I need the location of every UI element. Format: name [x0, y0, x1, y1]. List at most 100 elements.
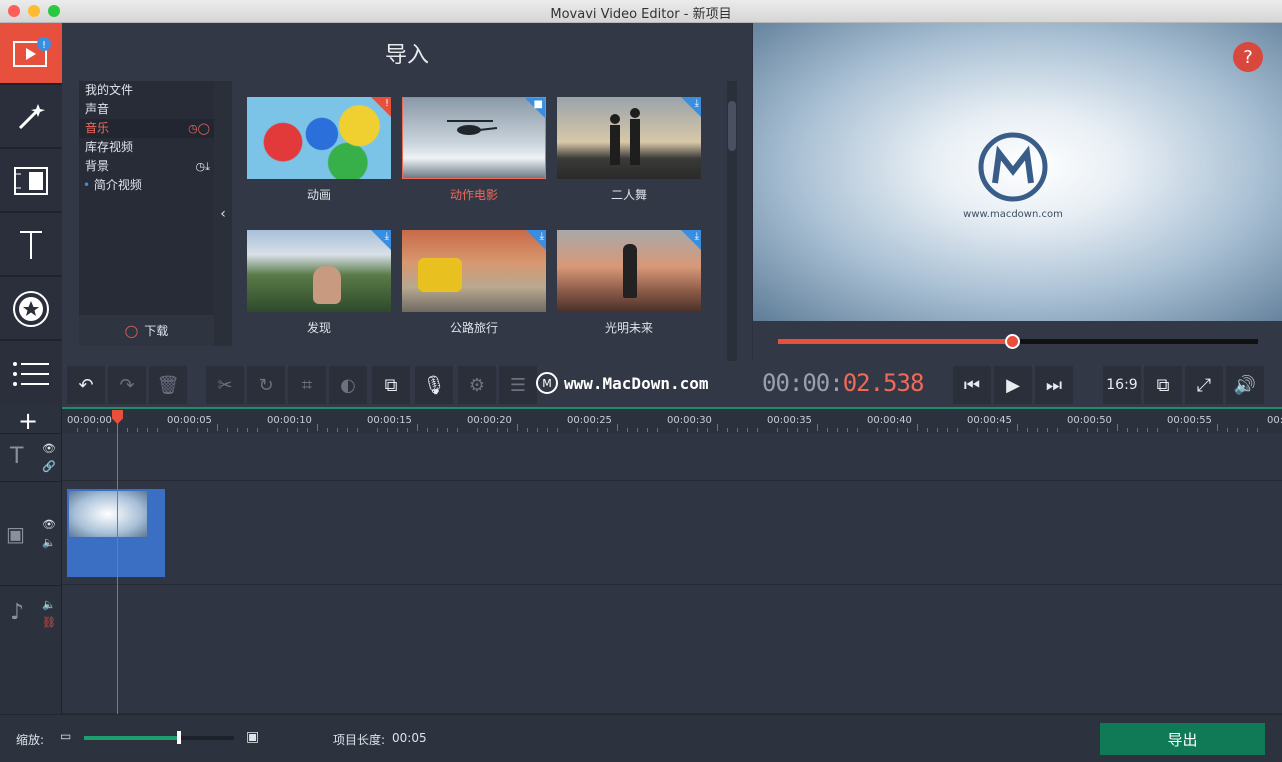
ruler-minor-tick: [247, 428, 248, 432]
media-thumbnail[interactable]: ■: [402, 97, 546, 179]
unlink-icon[interactable]: ⛓: [42, 616, 56, 629]
zoom-slider-fill: [84, 736, 177, 740]
equalizer-button[interactable]: ☰: [499, 366, 537, 404]
rotate-button[interactable]: ↻: [247, 366, 285, 404]
titles-tool-button[interactable]: [0, 215, 62, 277]
color-adjust-button[interactable]: ◐: [329, 366, 367, 404]
volume-button[interactable]: 🔊: [1226, 366, 1264, 404]
ruler-minor-tick: [187, 428, 188, 432]
record-audio-button[interactable]: 🎙: [415, 366, 453, 404]
ruler-minor-tick: [507, 428, 508, 432]
filters-tool-button[interactable]: [0, 87, 62, 149]
category-label: 音乐: [85, 121, 110, 135]
ruler-minor-tick: [227, 428, 228, 432]
ruler-minor-tick: [1207, 428, 1208, 432]
media-thumbnail[interactable]: ⤓: [557, 97, 701, 179]
undo-button[interactable]: ↶: [67, 366, 105, 404]
category-sounds[interactable]: 声音: [79, 100, 214, 119]
film-transition-icon: [14, 167, 48, 195]
category-intro-video[interactable]: • 简介视频: [79, 176, 214, 195]
download-status-icons: ◷⤓: [195, 160, 210, 173]
import-tool-button[interactable]: !: [0, 23, 62, 85]
video-clip[interactable]: [67, 489, 165, 577]
link-icon[interactable]: 🔗: [42, 460, 56, 473]
ruler-minor-tick: [87, 428, 88, 432]
speaker-icon[interactable]: 🔈: [42, 536, 56, 549]
ruler-minor-tick: [627, 428, 628, 432]
film-icon: ▣: [6, 522, 25, 546]
fullscreen-button[interactable]: ⤢: [1185, 366, 1223, 404]
ruler-minor-tick: [907, 428, 908, 432]
ruler-minor-tick: [477, 428, 478, 432]
playhead-line: [117, 412, 118, 714]
play-button[interactable]: ▶: [994, 366, 1032, 404]
clip-properties-button[interactable]: ⚙: [458, 366, 496, 404]
ruler-minor-tick: [97, 428, 98, 432]
category-my-files[interactable]: 我的文件: [79, 81, 214, 100]
ruler-minor-tick: [337, 428, 338, 432]
text-t-icon: [20, 231, 42, 259]
stickers-tool-button[interactable]: [0, 279, 62, 341]
category-list: 我的文件 声音 音乐 ◷◯ 库存视频 背景 ◷⤓ • 简介视频 ◯ 下载: [79, 81, 214, 346]
media-thumbnail[interactable]: ⤓: [402, 230, 546, 312]
ruler-minor-tick: [537, 428, 538, 432]
external-window-icon: ⧉: [1156, 374, 1170, 396]
category-backgrounds[interactable]: 背景 ◷⤓: [79, 157, 214, 176]
zoom-out-icon[interactable]: ▭: [60, 729, 71, 743]
svg-text:!: !: [42, 40, 46, 51]
ruler-minor-tick: [1227, 428, 1228, 432]
eye-icon[interactable]: 👁: [42, 442, 56, 455]
transition-wizard-button[interactable]: ⧉: [372, 366, 410, 404]
export-button[interactable]: 导出: [1100, 723, 1265, 755]
music-status-icons: ◷◯: [188, 122, 210, 135]
timeline-ruler[interactable]: 00:00:00 00:00:05 00:00:10 00:00:15 00:00:20…: [62, 407, 1282, 433]
ruler-minor-tick: [427, 428, 428, 432]
thumbnail-scrollbar[interactable]: [727, 81, 737, 361]
ruler-minor-tick: [557, 428, 558, 432]
ruler-minor-tick: [157, 428, 158, 432]
ruler-minor-tick: [887, 428, 888, 432]
project-length-label: 项目长度:: [333, 733, 386, 747]
media-thumbnail[interactable]: ⤓: [247, 230, 391, 312]
ruler-minor-tick: [1237, 428, 1238, 432]
crop-button[interactable]: ⌗: [288, 366, 326, 404]
more-tools-button[interactable]: [0, 343, 62, 405]
zoom-in-icon[interactable]: ▣: [246, 729, 259, 745]
ruler-minor-tick: [877, 428, 878, 432]
speaker-icon[interactable]: 🔈: [42, 598, 56, 611]
download-icon: ⤓: [539, 231, 544, 242]
zoom-slider-handle[interactable]: [177, 731, 181, 744]
ruler-minor-tick: [677, 428, 678, 432]
ruler-minor-tick: [757, 428, 758, 432]
watermark-text: www.MacDown.com: [564, 373, 709, 393]
thumbnail-label: 动画: [306, 188, 331, 202]
scrollbar-thumb[interactable]: [728, 101, 736, 151]
category-stock-video[interactable]: 库存视频: [79, 138, 214, 157]
media-thumbnail[interactable]: !: [247, 97, 391, 179]
delete-button[interactable]: 🗑: [149, 366, 187, 404]
previous-frame-button[interactable]: ⏮: [953, 366, 991, 404]
cut-button[interactable]: ✂: [206, 366, 244, 404]
add-track-button[interactable]: +: [18, 407, 38, 435]
edit-toolbar: ↶ ↷ 🗑 ✂ ↻ ⌗ ◐ ⧉ 🎙 ⚙ ☰ M www.MacDown.com …: [62, 361, 1282, 407]
transitions-tool-button[interactable]: [0, 151, 62, 213]
redo-button[interactable]: ↷: [108, 366, 146, 404]
detach-preview-button[interactable]: ⧉: [1144, 366, 1182, 404]
aspect-ratio-button[interactable]: 16:9: [1103, 366, 1141, 404]
ruler-tick-label: 00:00:00: [67, 415, 112, 426]
eye-icon[interactable]: 👁: [42, 518, 56, 531]
video-track[interactable]: [62, 481, 1282, 585]
help-button[interactable]: ?: [1233, 42, 1263, 72]
collapse-panel-button[interactable]: ‹: [214, 81, 232, 346]
timecode-value: 02.538: [842, 369, 925, 397]
preview-scrubber-handle[interactable]: [1005, 334, 1021, 349]
category-music[interactable]: 音乐 ◷◯: [79, 119, 214, 138]
title-track[interactable]: [62, 433, 1282, 481]
audio-track[interactable]: [62, 585, 1282, 714]
media-thumbnail[interactable]: ⤓: [557, 230, 701, 312]
download-icon: ⤓: [384, 231, 389, 242]
ruler-minor-tick: [837, 428, 838, 432]
next-frame-button[interactable]: ⏭: [1035, 366, 1073, 404]
ruler-minor-tick: [947, 428, 948, 432]
download-button[interactable]: ◯ 下载: [79, 315, 214, 346]
